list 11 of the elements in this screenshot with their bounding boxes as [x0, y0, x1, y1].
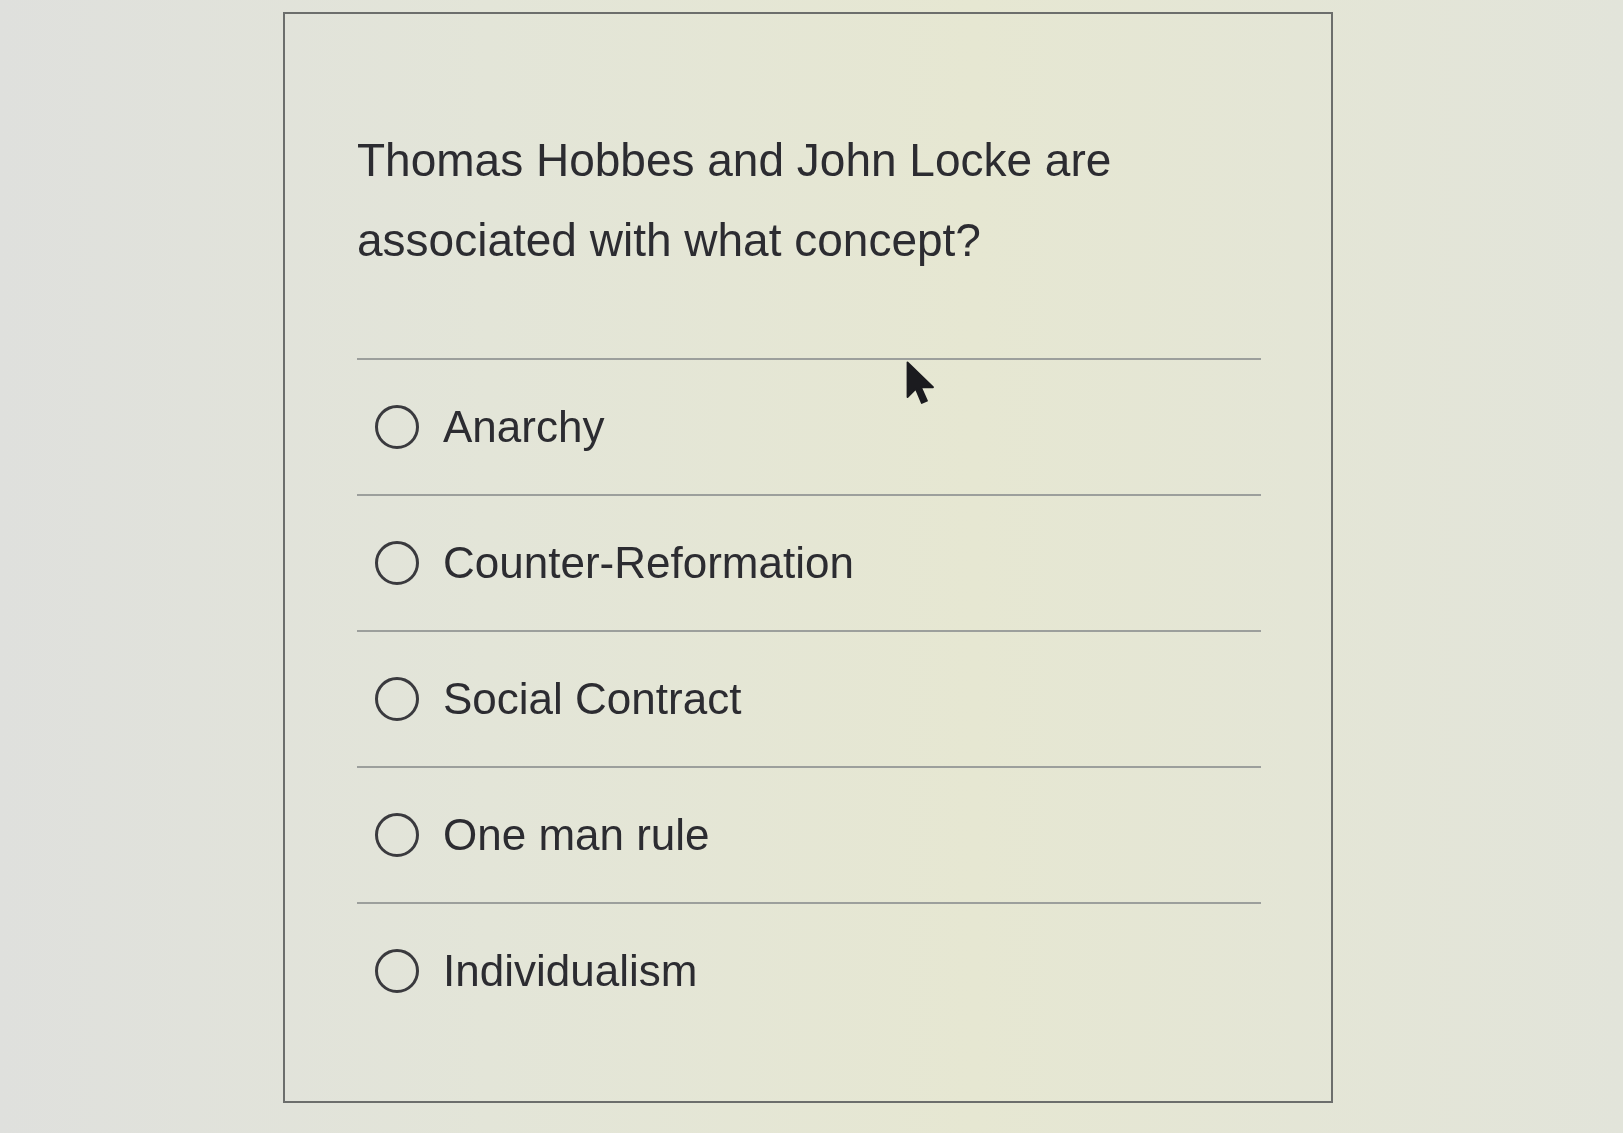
question-text: Thomas Hobbes and John Locke are associated with what concept? — [357, 133, 1113, 268]
radio-button[interactable] — [375, 677, 419, 721]
option-label[interactable]: Counter-Reformation — [443, 535, 854, 591]
radio-button[interactable] — [375, 541, 419, 585]
option-label[interactable]: Social Contract — [443, 671, 742, 727]
radio-button[interactable] — [375, 949, 419, 993]
radio-button[interactable] — [375, 813, 419, 857]
radio-button[interactable] — [375, 405, 419, 449]
option-label[interactable]: Individualism — [443, 943, 698, 999]
option-label[interactable]: One man rule — [443, 807, 710, 863]
option-label[interactable]: Anarchy — [443, 399, 605, 455]
